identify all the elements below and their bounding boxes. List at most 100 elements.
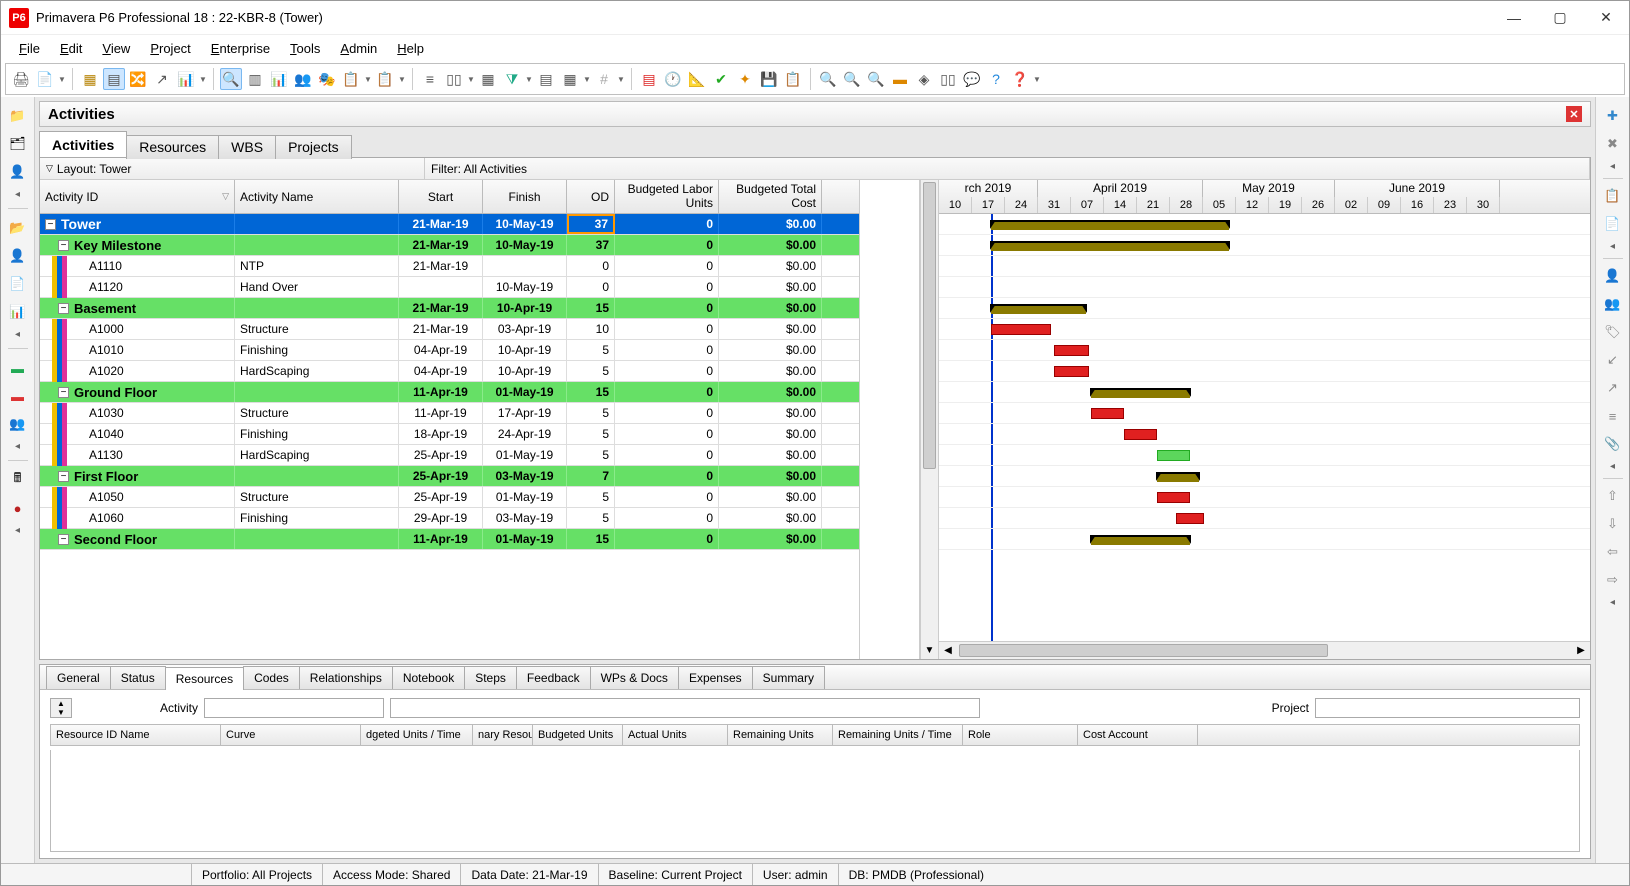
table-icon[interactable]: ▦ — [79, 68, 101, 90]
menu-edit[interactable]: Edit — [52, 38, 90, 59]
menu-project[interactable]: Project — [142, 38, 198, 59]
chart-icon[interactable]: 📊 — [175, 68, 197, 90]
col-activity-name[interactable]: Activity Name — [235, 180, 399, 213]
sight-icon[interactable]: ◈ — [913, 68, 935, 90]
gantt-row[interactable] — [939, 361, 1590, 382]
eps-icon[interactable]: ▬ — [7, 357, 29, 379]
left-icon[interactable]: ⇦ — [1602, 541, 1624, 563]
gantt-body[interactable] — [939, 214, 1590, 641]
resources-icon[interactable]: 👥 — [292, 68, 314, 90]
summary-bar[interactable] — [1157, 472, 1199, 482]
task-bar[interactable] — [1091, 408, 1124, 419]
print-preview-icon[interactable]: 📄 — [34, 68, 56, 90]
down-icon[interactable]: ⇩ — [1602, 513, 1624, 535]
col-cost[interactable]: Budgeted TotalCost — [719, 180, 822, 213]
bars-icon[interactable]: 📊 — [268, 68, 290, 90]
open-icon[interactable]: 📂 — [7, 217, 29, 239]
activity-row[interactable]: A1000Structure21-Mar-1903-Apr-19100$0.00 — [40, 319, 859, 340]
month-header[interactable]: rch 2019 — [939, 180, 1038, 197]
gantt-row[interactable] — [939, 277, 1590, 298]
report-icon[interactable]: 📊 — [7, 301, 29, 323]
caret-left-icon[interactable]: ◂ — [15, 189, 20, 200]
gantt-row[interactable] — [939, 529, 1590, 550]
assign-role-icon[interactable]: 👥 — [1602, 293, 1624, 315]
menu-view[interactable]: View — [94, 38, 138, 59]
pred-icon[interactable]: ↙ — [1602, 349, 1624, 371]
res-col[interactable]: Remaining Units — [728, 725, 833, 745]
activity-spinner[interactable]: ▲▼ — [50, 698, 72, 718]
summary-bar[interactable] — [991, 241, 1229, 251]
tab-activities[interactable]: Activities — [39, 131, 127, 157]
zoom-in-icon[interactable]: 🔍 — [817, 68, 839, 90]
wbs-row[interactable]: −Ground Floor11-Apr-1901-May-19150$0.00 — [40, 382, 859, 403]
day-header[interactable]: 12 — [1236, 197, 1269, 214]
task-bar[interactable] — [1157, 450, 1190, 461]
level-icon[interactable]: 📐 — [686, 68, 708, 90]
dot-icon[interactable]: ● — [7, 497, 29, 519]
grid-icon[interactable]: ▦ — [477, 68, 499, 90]
day-header[interactable]: 30 — [1467, 197, 1500, 214]
day-header[interactable]: 14 — [1104, 197, 1137, 214]
detail-tab-summary[interactable]: Summary — [752, 666, 825, 689]
month-header[interactable]: June 2019 — [1335, 180, 1500, 197]
detail-tab-status[interactable]: Status — [110, 666, 166, 689]
day-header[interactable]: 07 — [1071, 197, 1104, 214]
projects-icon[interactable]: 📁 — [7, 105, 29, 127]
step-icon[interactable]: ≡ — [1602, 405, 1624, 427]
rel-icon[interactable]: ▯▯ — [937, 68, 959, 90]
detail-tab-general[interactable]: General — [46, 666, 111, 689]
detail-tab-wps-docs[interactable]: WPs & Docs — [590, 666, 679, 689]
day-header[interactable]: 23 — [1434, 197, 1467, 214]
progress-icon[interactable]: ▬ — [889, 68, 911, 90]
activity-row[interactable]: A1110NTP21-Mar-1900$0.00 — [40, 256, 859, 277]
clock-icon[interactable]: 🕐 — [662, 68, 684, 90]
col-start[interactable]: Start — [399, 180, 483, 213]
detail-tab-expenses[interactable]: Expenses — [678, 666, 753, 689]
tracking-icon[interactable]: 👤 — [7, 161, 29, 183]
spotlight-icon[interactable]: ✦ — [734, 68, 756, 90]
wbs-row[interactable]: −Basement21-Mar-1910-Apr-19150$0.00 — [40, 298, 859, 319]
res-col[interactable]: Cost Account — [1078, 725, 1198, 745]
menu-admin[interactable]: Admin — [332, 38, 385, 59]
print-icon[interactable]: 🖨 — [10, 68, 32, 90]
detail-tab-resources[interactable]: Resources — [165, 667, 244, 690]
summary-bar[interactable] — [1091, 535, 1190, 545]
calc-icon[interactable]: 🖩 — [7, 469, 29, 491]
res-pool-icon[interactable]: 👥 — [7, 413, 29, 435]
caret-r2-icon[interactable]: ◂ — [1610, 241, 1615, 252]
roles-icon[interactable]: 🎭 — [316, 68, 338, 90]
caret-r1-icon[interactable]: ◂ — [1610, 161, 1615, 172]
gantt-row[interactable] — [939, 340, 1590, 361]
succ-icon[interactable]: ↗ — [1602, 377, 1624, 399]
wbs-row[interactable]: −First Floor25-Apr-1903-May-1970$0.00 — [40, 466, 859, 487]
grid-body[interactable]: −Tower21-Mar-1910-May-19370$0.00−Key Mil… — [40, 214, 859, 659]
res-col[interactable]: Role — [963, 725, 1078, 745]
day-header[interactable]: 19 — [1269, 197, 1302, 214]
apply-icon[interactable]: ✔ — [710, 68, 732, 90]
gantt-row[interactable] — [939, 256, 1590, 277]
activity-row[interactable]: A1020HardScaping04-Apr-1910-Apr-1950$0.0… — [40, 361, 859, 382]
store-icon[interactable]: 💾 — [758, 68, 780, 90]
day-header[interactable]: 16 — [1401, 197, 1434, 214]
wbs-row[interactable]: −Tower21-Mar-1910-May-19370$0.00 — [40, 214, 859, 235]
paste-icon[interactable]: 📄 — [1602, 213, 1624, 235]
gantt-row[interactable] — [939, 424, 1590, 445]
day-header[interactable]: 26 — [1302, 197, 1335, 214]
day-header[interactable]: 17 — [972, 197, 1005, 214]
resource-grid[interactable] — [50, 750, 1580, 852]
up-icon[interactable]: ⇧ — [1602, 485, 1624, 507]
menu-help[interactable]: Help — [389, 38, 432, 59]
doc-icon[interactable]: 📄 — [7, 273, 29, 295]
menu-tools[interactable]: Tools — [282, 38, 328, 59]
menu-enterprise[interactable]: Enterprise — [203, 38, 278, 59]
day-header[interactable]: 09 — [1368, 197, 1401, 214]
wbs-icon[interactable]: 🗂 — [7, 133, 29, 155]
day-header[interactable]: 21 — [1137, 197, 1170, 214]
zoom-icon[interactable]: 🔍 — [220, 68, 242, 90]
day-header[interactable]: 31 — [1038, 197, 1071, 214]
gantt-row[interactable] — [939, 466, 1590, 487]
detail-tab-steps[interactable]: Steps — [464, 666, 517, 689]
doc2-icon[interactable]: 📎 — [1602, 433, 1624, 455]
gantt-row[interactable] — [939, 403, 1590, 424]
maximize-button[interactable]: ▢ — [1537, 2, 1583, 34]
